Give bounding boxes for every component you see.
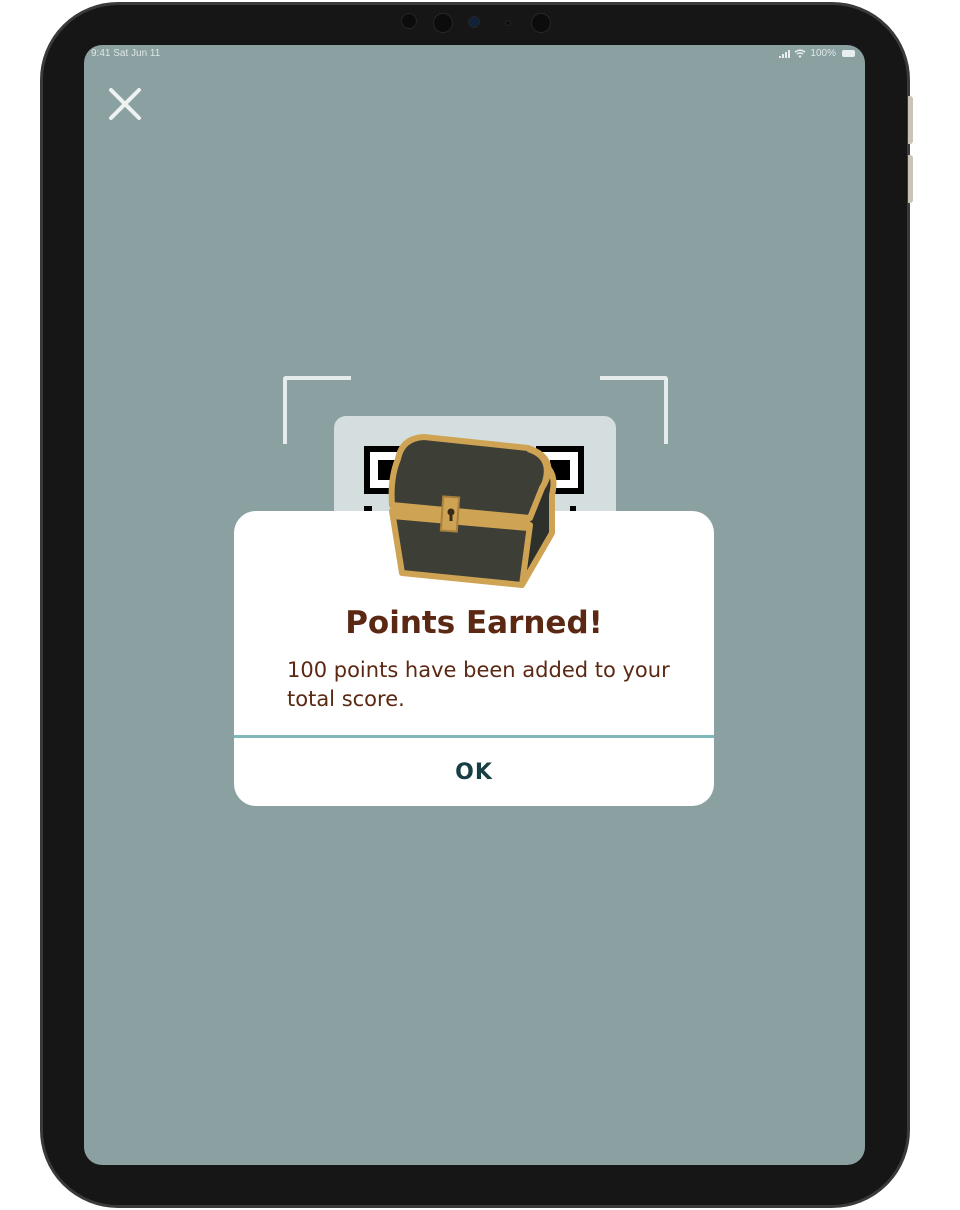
camera-lens	[433, 13, 453, 33]
front-camera	[468, 16, 480, 28]
dialog-title: Points Earned!	[345, 605, 603, 641]
battery-icon	[842, 50, 855, 57]
cellular-signal-icon	[779, 49, 791, 58]
sensor-dot	[401, 13, 417, 29]
camera-lens	[531, 13, 551, 33]
dialog-message: 100 points have been added to your total…	[287, 658, 670, 711]
volume-up-button	[908, 96, 913, 144]
battery-percentage: 100%	[810, 48, 836, 59]
volume-down-button	[908, 155, 913, 203]
status-time-date: 9:41 Sat Jun 11	[91, 48, 161, 59]
treasure-chest-icon	[388, 434, 557, 588]
scanner-screen: 9:41 Sat Jun 11 100% Points Earned! 100 …	[84, 45, 865, 1165]
wifi-icon	[794, 49, 806, 58]
sensor-dot	[505, 20, 511, 26]
status-bar: 9:41 Sat Jun 11 100%	[84, 47, 865, 61]
ok-button[interactable]: OK	[234, 738, 714, 806]
status-right-group: 100%	[779, 48, 855, 59]
close-icon[interactable]	[106, 85, 144, 123]
